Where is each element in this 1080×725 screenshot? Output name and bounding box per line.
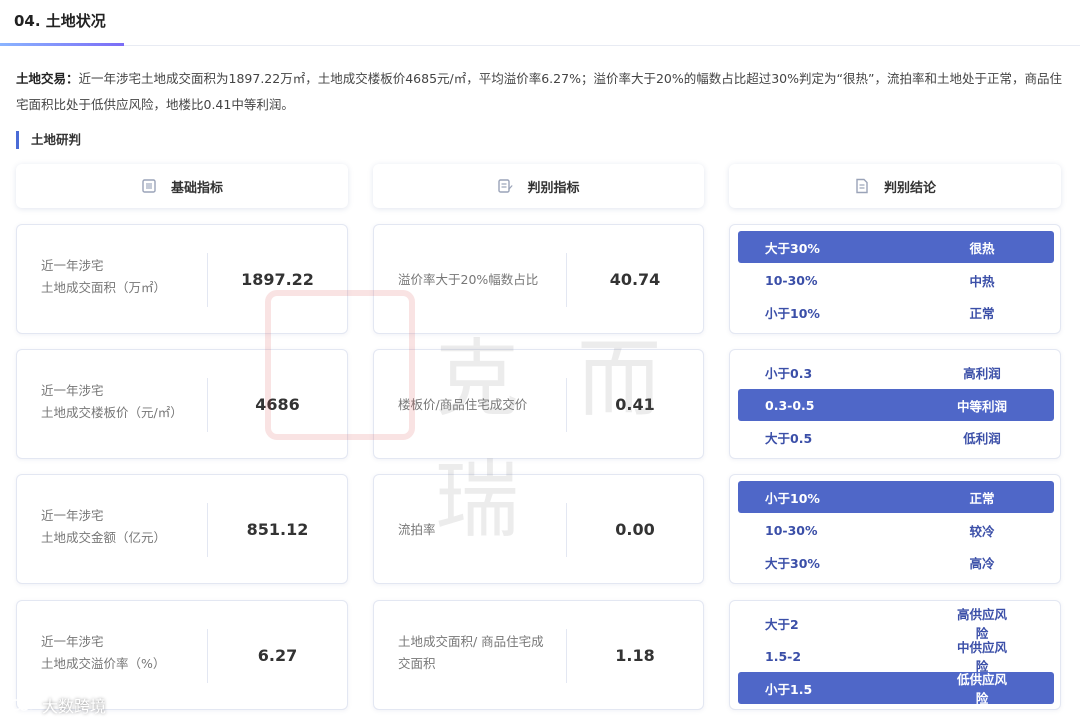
rule-card-heat: 大于30% 很热 10-30% 中热 小于10% 正常	[729, 224, 1061, 334]
judge-card-value: 1.18	[615, 645, 655, 665]
judge-card-value: 0.00	[615, 519, 655, 539]
basic-card-floor-price: 近一年涉宅 土地成交楼板价（元/㎡） 4686	[16, 349, 348, 459]
document-pen-icon	[498, 179, 513, 193]
section-title-underline	[0, 43, 124, 46]
document-check-icon	[856, 178, 868, 194]
brand-logo-icon	[10, 699, 36, 711]
judge-card-value: 0.41	[615, 394, 655, 414]
footer-logo-text: 大数跨境	[42, 697, 107, 716]
judge-card-area-ratio: 土地成交面积/ 商品住宅成 交面积 1.18	[373, 600, 704, 710]
rule-row: 大于30% 很热	[738, 231, 1054, 263]
rule-row: 小于1.5 低供应风险	[738, 672, 1054, 706]
judge-card-label: 土地成交面积/ 商品住宅成 交面积	[398, 634, 544, 671]
summary-text: 近一年涉宅土地成交面积为1897.22万㎡，土地成交楼板价4685元/㎡，平均溢…	[16, 71, 1062, 112]
rule-row: 10-30% 中热	[765, 272, 995, 289]
column-header-conclusion: 判别结论	[729, 164, 1061, 208]
basic-card-amount: 近一年涉宅 土地成交金额（亿元） 851.12	[16, 474, 348, 584]
column-header-basic: 基础指标	[16, 164, 348, 208]
basic-card-value: 6.27	[257, 645, 298, 665]
column-header-basic-label: 基础指标	[170, 180, 223, 196]
basic-card-label: 近一年涉宅 土地成交溢价率（%）	[41, 634, 166, 671]
footer-logo: 大数跨境	[10, 693, 106, 717]
land-research-subhead: 土地研判	[16, 131, 81, 149]
column-header-judge: 判别指标	[373, 164, 704, 208]
rule-row: 小于10% 正常	[765, 305, 995, 321]
judge-card-label: 流拍率	[398, 522, 436, 537]
basic-card-label: 近一年涉宅 土地成交面积（万㎡）	[41, 258, 167, 295]
section-header: 04. 土地状况	[0, 0, 1080, 46]
judge-card-unsold-rate: 流拍率 0.00	[373, 474, 704, 584]
rule-row: 1.5-2 中供应风险	[765, 640, 1007, 674]
basic-card-value: 4686	[255, 394, 300, 414]
judge-card-label: 楼板价/商品住宅成交价	[398, 397, 528, 412]
basic-card-label: 近一年涉宅 土地成交楼板价（元/㎡）	[41, 383, 183, 420]
judge-card-value: 40.74	[609, 269, 661, 289]
judge-card-land-ratio: 楼板价/商品住宅成交价 0.41	[373, 349, 704, 459]
rule-row: 10-30% 较冷	[765, 522, 995, 539]
rule-card-profit: 小于0.3 高利润 0.3-0.5 中等利润 大于0.5 低利润	[729, 349, 1061, 459]
land-trade-summary: 土地交易：近一年涉宅土地成交面积为1897.22万㎡，土地成交楼板价4685元/…	[16, 66, 1066, 118]
rule-card-supply: 大于2 高供应风险 1.5-2 中供应风险 小于1.5 低供应风险	[729, 600, 1061, 710]
summary-label: 土地交易：	[16, 71, 79, 86]
rule-row: 大于2 高供应风险	[765, 607, 1007, 641]
judge-card-premium-share: 溢价率大于20%幅数占比 40.74	[373, 224, 704, 334]
judge-card-label: 溢价率大于20%幅数占比	[398, 272, 539, 287]
basic-card-area: 近一年涉宅 土地成交面积（万㎡） 1897.22	[16, 224, 348, 334]
rule-row: 小于0.3 高利润	[765, 365, 1001, 381]
basic-card-value: 851.12	[246, 519, 309, 539]
rule-row: 大于30% 高冷	[765, 555, 995, 571]
document-grid-icon	[142, 179, 156, 193]
rule-row: 小于10% 正常	[738, 481, 1054, 513]
rule-card-unsold: 小于10% 正常 10-30% 较冷 大于30% 高冷	[729, 474, 1061, 584]
column-header-judge-label: 判别指标	[527, 180, 580, 196]
column-header-conclusion-label: 判别结论	[883, 180, 936, 196]
basic-card-value: 1897.22	[241, 269, 314, 289]
basic-card-label: 近一年涉宅 土地成交金额（亿元）	[41, 508, 167, 545]
section-title: 04. 土地状况	[14, 12, 106, 30]
rule-row: 大于0.5 低利润	[765, 430, 1001, 446]
rule-row: 0.3-0.5 中等利润	[738, 389, 1054, 421]
